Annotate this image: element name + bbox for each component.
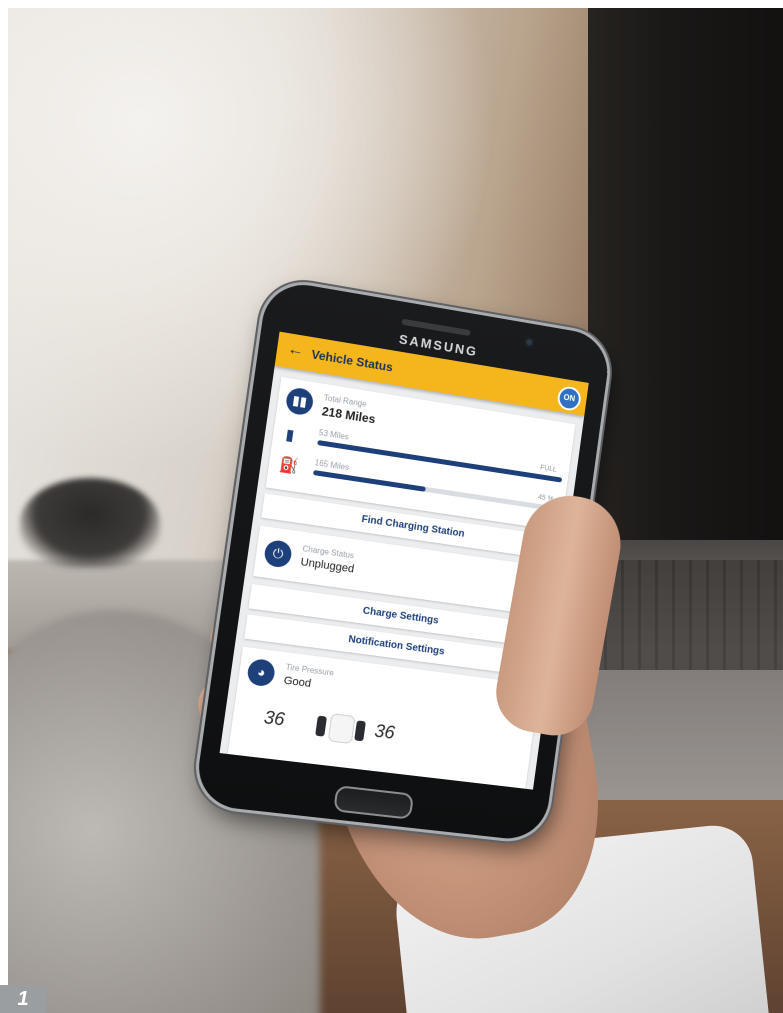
tire-pressure-value: Good [283,675,312,690]
laptop-screen [588,0,783,560]
photo-scene: SAMSUNG ← Vehicle Status ON ▮▮ Total Ran… [0,0,783,1013]
background-object [20,478,160,568]
frame-edge [0,0,783,8]
tire-front-right-icon [354,720,366,741]
battery-percent: FULL [540,464,557,473]
back-arrow-icon[interactable]: ← [286,341,304,360]
home-button[interactable] [333,785,414,820]
figure-number: 1 [0,985,46,1013]
total-range-value: 218 Miles [321,404,376,426]
car-icon: ▮▮ [285,386,315,416]
battery-miles: 53 Miles [318,428,349,442]
plug-icon: ⏻ [263,539,293,569]
laptop-keyboard [590,560,783,670]
car-top-view-icon [328,713,356,744]
page-title: Vehicle Status [311,347,394,374]
battery-icon: ▮ [285,427,296,443]
vehicle-badge[interactable]: ON [556,385,582,412]
tire-front-right-value: 36 [373,721,396,744]
fuel-pump-icon: ⛽ [278,457,299,475]
tire-icon: ◕ [246,658,276,688]
tire-front-left-value: 36 [263,707,286,731]
frame-edge [0,0,8,1013]
tire-front-left-icon [315,716,327,737]
fuel-bar-fill [313,470,425,492]
front-camera-icon [524,337,535,348]
